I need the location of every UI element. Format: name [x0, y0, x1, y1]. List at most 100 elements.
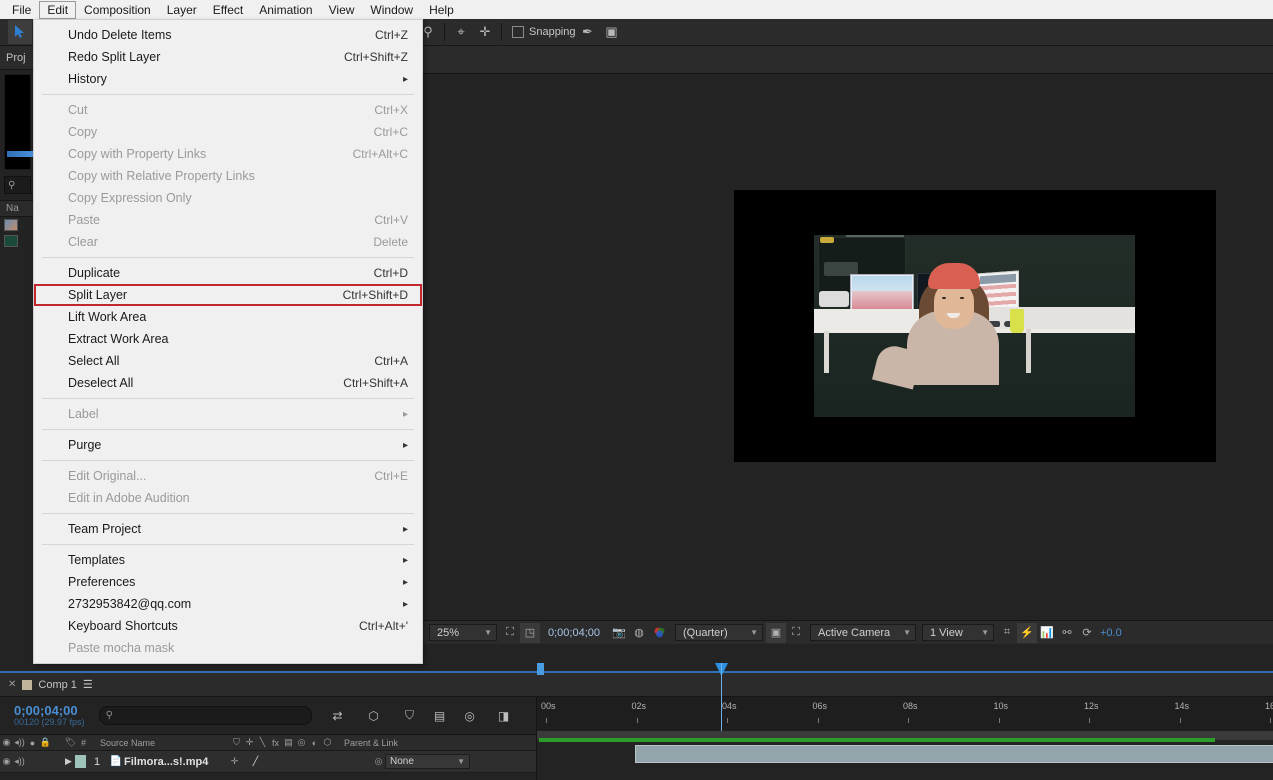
pixel-aspect-correction-icon[interactable]: ⌗ [997, 623, 1017, 643]
row-audio-speaker-icon[interactable]: ◂)) [13, 756, 26, 767]
timeline-search-input[interactable]: ⚲ [99, 706, 312, 725]
menu-item-team-project[interactable]: Team Project▸ [34, 518, 422, 540]
magnification-dropdown[interactable]: 25% ▼ [429, 624, 497, 641]
menu-item-extract-work-area[interactable]: Extract Work Area [34, 328, 422, 350]
menu-item-shortcut: Ctrl+Alt+C [353, 147, 408, 161]
row-collapse-icon[interactable]: ✛ [228, 756, 241, 767]
comp-flowchart-icon[interactable]: ⚯ [1057, 623, 1077, 643]
row-video-eye-icon[interactable]: ◉ [0, 756, 13, 767]
menubar-item-view[interactable]: View [321, 1, 363, 19]
menu-item-split-layer[interactable]: Split LayerCtrl+Shift+D [34, 284, 422, 306]
reset-exposure-icon[interactable]: ⟳ [1077, 623, 1097, 643]
menubar-item-composition[interactable]: Composition [76, 1, 159, 19]
lock-icon[interactable]: 🔒 [39, 737, 52, 748]
menu-item-lift-work-area[interactable]: Lift Work Area [34, 306, 422, 328]
toggle-guides-icon[interactable]: ▣ [766, 623, 786, 643]
exposure-value[interactable]: +0.0 [1097, 627, 1125, 639]
menu-item-undo-delete-items[interactable]: Undo Delete ItemsCtrl+Z [34, 24, 422, 46]
parent-link-dropdown[interactable]: None ▼ [385, 754, 470, 769]
row-quality-icon[interactable]: ╱ [249, 756, 262, 767]
roto-brush-tool-icon[interactable]: ▣ [600, 20, 624, 44]
menubar-item-help[interactable]: Help [421, 1, 462, 19]
menu-item-redo-split-layer[interactable]: Redo Split LayerCtrl+Shift+Z [34, 46, 422, 68]
menu-item-deselect-all[interactable]: Deselect AllCtrl+Shift+A [34, 372, 422, 394]
timeline-track-area[interactable] [536, 731, 1273, 780]
project-panel-tab[interactable]: Proj [0, 46, 35, 70]
motion-blur-icon[interactable]: ◎ [295, 737, 308, 748]
menubar-item-window[interactable]: Window [362, 1, 421, 19]
close-icon[interactable]: ✕ [8, 679, 16, 690]
expand-arrow-icon[interactable]: ▶ [62, 756, 75, 767]
timeline-tab-label[interactable]: Comp 1 [38, 679, 77, 691]
pan-tool-icon[interactable]: ✛ [473, 20, 497, 44]
hamburger-icon[interactable]: ☰ [83, 678, 94, 691]
menu-item-2732953842-qq-com[interactable]: 2732953842@qq.com▸ [34, 593, 422, 615]
frame-blend-icon[interactable]: ▤ [282, 737, 295, 748]
draft-3d-icon[interactable]: ⬡ [362, 704, 386, 728]
toggle-region-icon[interactable]: ⛶ [786, 623, 806, 643]
resolution-dropdown[interactable]: (Quarter) ▼ [675, 624, 763, 641]
project-list-item[interactable] [0, 217, 35, 233]
snapping-control[interactable]: Snapping [512, 26, 576, 38]
menu-item-shortcut: Ctrl+D [374, 266, 408, 280]
timeline-ruler[interactable]: 00s02s04s06s08s10s12s14s16s [536, 697, 1273, 731]
show-snapshot-icon[interactable]: ◍ [629, 623, 649, 643]
video-eye-icon[interactable]: ◉ [0, 737, 13, 748]
menu-item-select-all[interactable]: Select AllCtrl+A [34, 350, 422, 372]
hide-shy-layers-icon[interactable]: ⛉ [398, 704, 422, 728]
show-channel-icon[interactable] [649, 623, 669, 643]
menu-item-templates[interactable]: Templates▸ [34, 549, 422, 571]
solo-icon[interactable]: ● [26, 738, 39, 748]
menubar-item-layer[interactable]: Layer [159, 1, 205, 19]
menu-item-duplicate[interactable]: DuplicateCtrl+D [34, 262, 422, 284]
pen-tool-icon[interactable]: ✒ [576, 20, 600, 44]
timeline-current-time[interactable]: 0;00;04;00 00120 (29.97 fps) [14, 704, 85, 728]
work-area-start-marker[interactable] [537, 663, 544, 675]
snapshot-camera-icon[interactable]: 📷 [609, 623, 629, 643]
parent-pickwhip-icon[interactable]: ◎ [372, 756, 385, 767]
layer-number-icon[interactable]: # [77, 738, 90, 748]
layer-source-name[interactable]: Filmora...s!.mp4 [124, 756, 228, 768]
project-search-input[interactable]: ⚲ [4, 176, 31, 194]
composition-mini-flowchart-icon[interactable]: ⇄ [326, 704, 350, 728]
menu-item-preferences[interactable]: Preferences▸ [34, 571, 422, 593]
label-icon[interactable]: 🏷 [64, 737, 77, 748]
fast-previews-icon[interactable]: ⚡ [1017, 623, 1037, 643]
menu-item-label: Preferences [68, 575, 135, 589]
menu-item-history[interactable]: History▸ [34, 68, 422, 90]
shy-icon[interactable]: ⛉ [230, 737, 243, 748]
graph-editor-icon[interactable]: ◨ [492, 704, 516, 728]
view-layout-dropdown[interactable]: 1 View ▼ [922, 624, 994, 641]
menu-item-copy: CopyCtrl+C [34, 121, 422, 143]
menu-item-keyboard-shortcuts[interactable]: Keyboard ShortcutsCtrl+Alt+' [34, 615, 422, 637]
effects-fx-icon[interactable]: fx [269, 738, 282, 748]
layer-duration-bar[interactable] [635, 745, 1273, 763]
menubar-item-file[interactable]: File [4, 1, 39, 19]
snapping-checkbox[interactable] [512, 26, 524, 38]
timeline-icon[interactable]: 📊 [1037, 623, 1057, 643]
quality-icon[interactable]: ╲ [256, 737, 269, 748]
menu-item-purge[interactable]: Purge▸ [34, 434, 422, 456]
adjustment-layer-icon[interactable]: ◐ [308, 738, 321, 748]
collapse-transformations-icon[interactable]: ✛ [243, 737, 256, 748]
orbit-tool-icon[interactable]: ⌖ [449, 20, 473, 44]
selection-tool-icon[interactable] [8, 20, 32, 44]
edit-menu-dropdown[interactable]: Undo Delete ItemsCtrl+ZRedo Split LayerC… [33, 19, 423, 664]
camera-view-dropdown[interactable]: Active Camera ▼ [810, 624, 916, 641]
menubar-item-edit[interactable]: Edit [39, 1, 76, 19]
region-of-interest-icon[interactable]: ⛶ [500, 623, 520, 643]
layer-label-color[interactable] [75, 755, 86, 768]
menubar-item-effect[interactable]: Effect [205, 1, 251, 19]
project-list-item[interactable] [0, 233, 35, 249]
current-timecode[interactable]: 0;00;04;00 [540, 627, 603, 639]
menu-item-shortcut: Ctrl+Shift+D [343, 288, 408, 302]
motion-blur-icon[interactable]: ◎ [458, 704, 482, 728]
video-preview-frame[interactable]: 9 [734, 190, 1216, 462]
frame-blending-icon[interactable]: ▤ [428, 704, 452, 728]
3d-layer-icon[interactable]: ⬡ [321, 737, 334, 748]
source-name-column-label[interactable]: Source Name [100, 738, 230, 748]
parent-link-column-label[interactable]: Parent & Link [344, 738, 398, 748]
toggle-transparency-icon[interactable]: ◳ [520, 623, 540, 643]
audio-speaker-icon[interactable]: ◂)) [13, 737, 26, 748]
menubar-item-animation[interactable]: Animation [251, 1, 320, 19]
